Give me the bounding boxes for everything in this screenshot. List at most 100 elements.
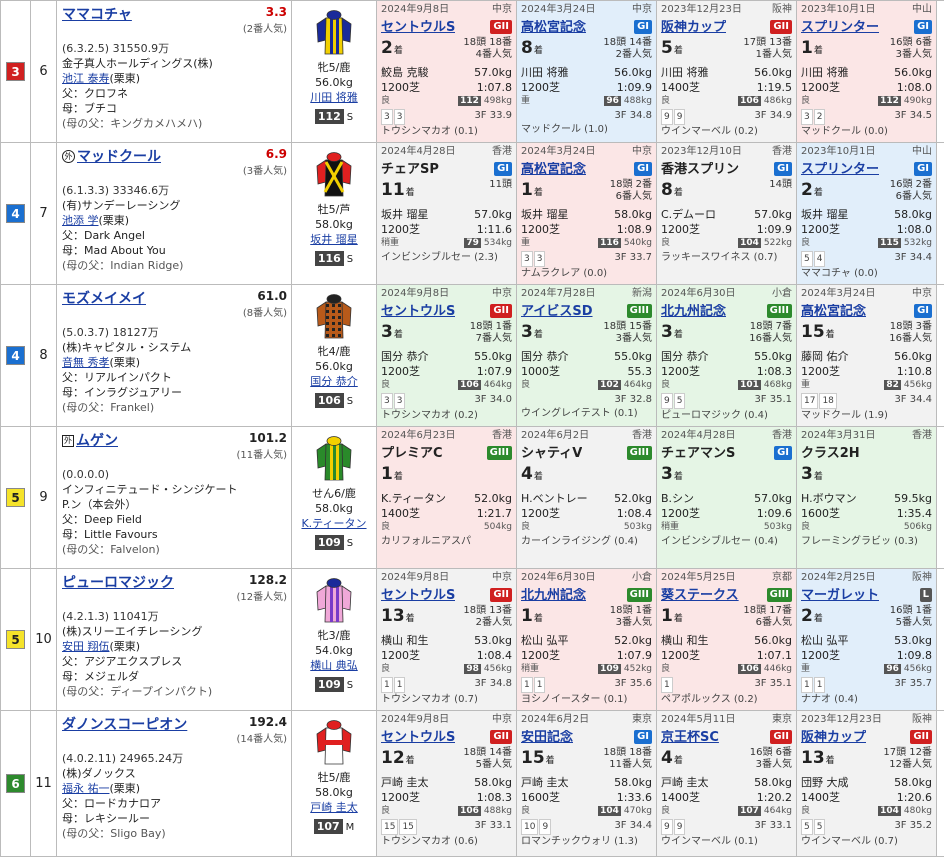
past-race-cell[interactable]: 2024年3月24日 中京 高松宮記念 GI 1着 18頭 2番 6番人気 坂井 瑠星 58.0…: [517, 143, 657, 284]
distance-time-line: 1200芝 1:09.8: [801, 648, 932, 663]
body-weight: 456kg: [903, 664, 932, 674]
trainer-link[interactable]: 音無 秀孝: [62, 356, 110, 369]
past-race-cell[interactable]: 2023年12月10日 香港 香港スプリン GI 8着 14頭 C.デムーロ 57.0kg 12…: [657, 143, 797, 284]
race-title-line: クラス2H: [801, 444, 932, 462]
record-stats: (0.0.0.0): [62, 468, 110, 481]
past-race-cell[interactable]: 2024年9月8日 中京 セントウルS GII 12着 18頭 14番 5番人気 戸崎 圭太 5…: [377, 711, 517, 856]
horse-info: ママコチャ 3.3 (2番人気) (6.3.2.5) 31550.9万 金子真人ホールデ…: [57, 1, 292, 142]
past-race-cell[interactable]: 2024年9月8日 中京 セントウルS GII 3着 18頭 1番 7番人気 国分 恭介 55.…: [377, 285, 517, 426]
past-race-cell[interactable]: 2024年6月30日 小倉 北九州記念 GIII 3着 18頭 7番 16番人気 国分 恭介 5…: [657, 285, 797, 426]
race-name-link[interactable]: 北九州記念: [661, 304, 726, 319]
past-race-cell[interactable]: 2024年9月8日 中京 セントウルS GII 2着 18頭 18番 4番人気 鮫島 克駿 57…: [377, 1, 517, 142]
race-name-link[interactable]: セントウルS: [381, 304, 455, 319]
race-header: 2024年5月11日 東京: [661, 714, 792, 726]
past-race-cell[interactable]: 2024年6月30日 小倉 北九州記念 GIII 1着 18頭 1番 3番人気 松山 弘平 52…: [517, 569, 657, 710]
past-race-cell[interactable]: 2023年12月23日 阪神 阪神カップ GII 5着 17頭 13番 1番人気 川田 将雅 5…: [657, 1, 797, 142]
past-race-cell[interactable]: 2023年10月1日 中山 スプリンター GI 2着 16頭 2番 6番人気 坂井 瑠星 58.…: [797, 143, 937, 284]
race-date: 2023年10月1日: [801, 4, 876, 15]
race-time: 1:19.5: [756, 81, 792, 94]
race-distance: 1200芝: [661, 223, 700, 236]
finish-suffix: 着: [533, 614, 543, 624]
jockey-link[interactable]: 坂井 瑠星: [292, 232, 376, 247]
past-race-cell[interactable]: 2024年7月28日 新潟 アイビスSD GIII 3着 18頭 15番 3番人気 国分 恭介…: [517, 285, 657, 426]
finish-number: 4: [521, 464, 533, 484]
race-time: 1:35.4: [896, 507, 932, 520]
distance-time-line: 1200芝 1:07.1: [661, 648, 792, 663]
race-carried-weight: 58.0kg: [474, 776, 512, 789]
horse-name-link[interactable]: ママコチャ: [62, 7, 132, 23]
race-name-link[interactable]: セントウルS: [381, 588, 455, 603]
race-name-link[interactable]: スプリンター: [801, 162, 879, 177]
popularity: (11番人気): [236, 450, 287, 461]
horse-name-link[interactable]: モズメイメイ: [62, 291, 146, 307]
past-race-cell[interactable]: 2024年4月28日 香港 チェアSP GI 11着 11頭 坂井 瑠星 57.0kg 1200…: [377, 143, 517, 284]
jockey-link[interactable]: 川田 将雅: [292, 90, 376, 105]
finish-line: 8着 14頭: [661, 179, 792, 207]
race-distance: 1200芝: [661, 649, 700, 662]
finish-suffix: 着: [813, 188, 823, 198]
body-weight-group: 112 490kg: [878, 95, 932, 108]
speed-index-badge: 96: [884, 664, 901, 674]
past-race-cell[interactable]: 2024年6月2日 東京 安田記念 GI 15着 18頭 18番 11番人気 戸崎 圭太 58.…: [517, 711, 657, 856]
race-name-link[interactable]: 阪神カップ: [661, 20, 726, 35]
past-race-cell[interactable]: 2024年5月11日 東京 京王杯SC GII 4着 16頭 6番 3番人気 戸崎 圭太 58.…: [657, 711, 797, 856]
race-name-link[interactable]: 安田記念: [521, 730, 573, 745]
past-race-cell[interactable]: 2024年5月25日 京都 葵ステークス GIII 1着 18頭 17番 6番人気 横山 和生…: [657, 569, 797, 710]
jockey-weight-line: 国分 恭介 55.0kg: [381, 349, 512, 364]
jockey-link[interactable]: 横山 典弘: [292, 658, 376, 673]
trainer-link[interactable]: 池添 学: [62, 214, 99, 227]
past-race-cell[interactable]: 2023年10月1日 中山 スプリンター GI 1着 16頭 6番 3番人気 川田 将雅 56.…: [797, 1, 937, 142]
past-race-cell[interactable]: 2024年3月24日 中京 高松宮記念 GI 15着 18頭 3番 16番人気 藤岡 佑介 56…: [797, 285, 937, 426]
past-race-cell[interactable]: 2024年9月8日 中京 セントウルS GII 13着 18頭 13番 2番人気 横山 和生 5…: [377, 569, 517, 710]
body-weight-group: 115 532kg: [878, 237, 932, 250]
finish-number: 3: [381, 322, 393, 342]
body-weight: 486kg: [763, 96, 792, 106]
race-name-link[interactable]: 北九州記念: [521, 588, 586, 603]
horse-name-link[interactable]: マッドクール: [77, 149, 161, 165]
sex-age: 牝3/鹿: [317, 629, 351, 642]
race-name-link[interactable]: マーガレット: [801, 588, 879, 603]
track-condition: 良: [381, 806, 391, 816]
past-race-cell[interactable]: 2024年6月2日 香港 シャティV GIII 4着 H.ベントレー 52.0kg 1200芝…: [517, 427, 657, 568]
race-date: 2024年9月8日: [381, 572, 450, 583]
race-name-link[interactable]: セントウルS: [381, 20, 455, 35]
trainer-link[interactable]: 池江 泰寿: [62, 72, 110, 85]
jockey-link[interactable]: 戸崎 圭太: [292, 800, 376, 815]
race-venue: 香港: [492, 430, 512, 441]
race-time: 1:07.8: [476, 81, 512, 94]
past-race-cell[interactable]: 2023年12月23日 阪神 阪神カップ GII 13着 17頭 12番 12番人気 団野 大…: [797, 711, 937, 856]
trainer-link[interactable]: 安田 翔伍: [62, 640, 110, 653]
horse-row: 6 11 ダノンスコーピオン 192.4 (14番人気) (4.0.2.11) 24965…: [1, 711, 944, 857]
race-name-link[interactable]: 高松宮記念: [521, 20, 586, 35]
race-name-link[interactable]: 京王杯SC: [661, 730, 719, 745]
past-race-cell[interactable]: 2024年3月24日 中京 高松宮記念 GI 8着 18頭 14番 2番人気 川田 将雅 56.…: [517, 1, 657, 142]
field-size: 18頭 17番 6番人気: [743, 605, 792, 629]
race-name-link[interactable]: スプリンター: [801, 20, 879, 35]
race-name-link[interactable]: 高松宮記念: [521, 162, 586, 177]
past-race-cell[interactable]: 2024年6月23日 香港 プレミアC GIII 1着 K.ティータン 52.0kg 1400…: [377, 427, 517, 568]
race-name-link[interactable]: セントウルS: [381, 730, 455, 745]
body-weight: 488kg: [483, 806, 512, 816]
jockey-link[interactable]: 国分 恭介: [292, 374, 376, 389]
race-name-link[interactable]: 葵ステークス: [661, 588, 739, 603]
body-weight-group: 82 456kg: [884, 379, 932, 392]
trainer-link[interactable]: 福永 祐一: [62, 782, 110, 795]
corner-positions: 95: [661, 393, 686, 409]
body-weight: 503kg: [763, 522, 792, 532]
past-race-cell[interactable]: 2024年3月31日 香港 クラス2H 3着 H.ボウマン 59.5kg 1600芝 1:35…: [797, 427, 937, 568]
past-race-cell[interactable]: 2024年2月25日 阪神 マーガレット L 2着 16頭 1番 5番人気 松山 弘平 53.0…: [797, 569, 937, 710]
jockey-link[interactable]: K.ティータン: [292, 516, 376, 531]
corner-2: 1: [533, 677, 546, 693]
track-weight-line: 良 503kg: [521, 521, 652, 534]
horse-name-link[interactable]: ムゲン: [76, 433, 118, 449]
corner-1: 10: [521, 819, 539, 835]
horse-name-link[interactable]: ダノンスコーピオン: [62, 717, 187, 733]
past-race-cell[interactable]: 2024年4月28日 香港 チェアマンS GI 3着 B.シン 57.0kg 1200芝 1:0…: [657, 427, 797, 568]
horse-name-link[interactable]: ピューロマジック: [62, 575, 174, 591]
race-name-link[interactable]: アイビスSD: [521, 304, 593, 319]
race-name-link[interactable]: 高松宮記念: [801, 304, 866, 319]
jockey-silks-icon: [314, 294, 354, 340]
finish-number: 2: [801, 180, 813, 200]
race-name-link[interactable]: 阪神カップ: [801, 730, 866, 745]
finish-number: 1: [801, 38, 813, 58]
